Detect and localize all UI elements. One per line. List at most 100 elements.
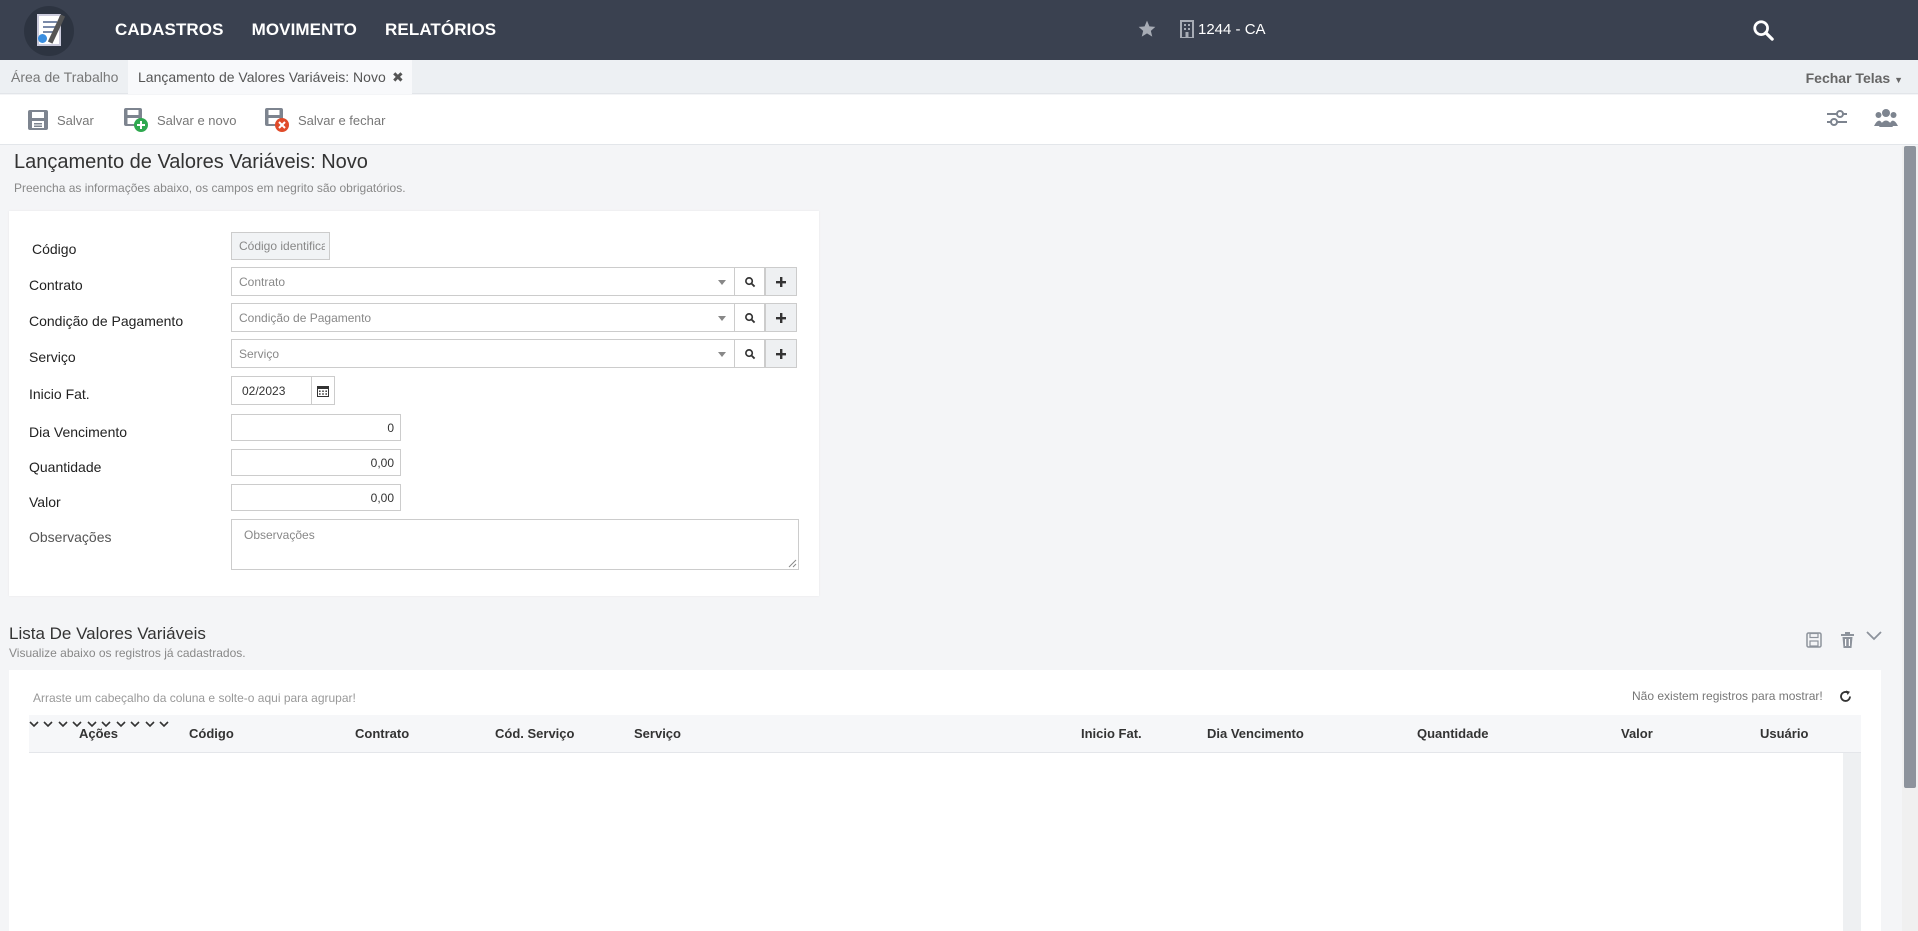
tab-label: Área de Trabalho [11, 69, 119, 85]
list-subtitle: Visualize abaixo os registros já cadastr… [9, 646, 246, 660]
col-acoes[interactable]: Ações [79, 715, 118, 753]
empty-message: Não existem registros para mostrar! [1632, 689, 1823, 703]
trash-icon[interactable] [1840, 632, 1855, 648]
save-and-new-label: Salvar e novo [157, 112, 237, 128]
save-label: Salvar [57, 112, 94, 128]
save-and-new-button[interactable]: Salvar e novo [123, 106, 237, 134]
form-panel: Código Código identificador Contrato Con… [9, 211, 819, 596]
refresh-icon[interactable] [1839, 690, 1852, 703]
calendar-icon [317, 385, 329, 397]
servico-select[interactable]: Serviço [231, 339, 735, 368]
toolbar: Salvar Salvar e novo Salvar e fechar [0, 95, 1918, 145]
contrato-add-button[interactable] [765, 267, 797, 296]
tab-label: Lançamento de Valores Variáveis: Novo [138, 69, 386, 85]
plus-icon [776, 348, 786, 359]
top-navbar: CADASTROS MOVIMENTO RELATÓRIOS 1244 - CA [0, 0, 1918, 60]
chevron-down-icon[interactable] [159, 720, 169, 728]
building-icon [1180, 20, 1194, 38]
quantidade-label: Quantidade [29, 459, 102, 475]
dropdown-caret-icon [718, 280, 726, 285]
close-all-label: Fechar Telas [1805, 70, 1891, 86]
dia-vencimento-value: 0 [387, 420, 394, 435]
chevron-down-icon[interactable] [145, 720, 155, 728]
col-label: Serviço [634, 726, 681, 741]
tab-area-de-trabalho[interactable]: Área de Trabalho [1, 60, 128, 94]
grid-panel: Arraste um cabeçalho da coluna e solte-o… [9, 670, 1881, 931]
close-tab-icon[interactable]: ✖ [392, 60, 404, 94]
chevron-down-icon[interactable] [29, 720, 39, 728]
app-logo[interactable] [24, 6, 74, 56]
chevron-down-icon[interactable] [43, 720, 54, 728]
collapse-chevron-icon[interactable] [1866, 630, 1882, 642]
condicao-search-button[interactable] [734, 303, 765, 332]
menu-cadastros[interactable]: CADASTROS [115, 20, 224, 40]
grid-header: Ações Código Contrato Cód. Serviço Servi… [29, 715, 1861, 753]
col-label: Ações [79, 726, 119, 741]
page-scrollbar-thumb[interactable] [1904, 146, 1916, 788]
col-cod-servico[interactable]: Cód. Serviço [495, 715, 574, 753]
save-layout-icon[interactable] [1806, 632, 1822, 648]
col-contrato[interactable]: Contrato [355, 715, 409, 753]
page-scrollbar[interactable] [1902, 146, 1918, 931]
col-usuario[interactable]: Usuário [1760, 715, 1808, 753]
floppy-plus-icon [124, 108, 148, 132]
valor-input[interactable]: 0,00 [231, 484, 401, 511]
tabs-bar: Área de Trabalho Lançamento de Valores V… [0, 60, 1918, 94]
col-quantidade[interactable]: Quantidade [1417, 715, 1489, 753]
chevron-down-icon[interactable] [58, 720, 68, 728]
dropdown-caret-icon [718, 316, 726, 321]
users-group-icon[interactable] [1874, 108, 1898, 128]
condicao-placeholder: Condição de Pagamento [239, 310, 372, 325]
col-inicio-fat[interactable]: Inicio Fat. [1081, 715, 1142, 753]
save-and-close-button[interactable]: Salvar e fechar [264, 106, 385, 134]
company-selector[interactable]: 1244 - CA [1198, 21, 1266, 38]
quantidade-value: 0,00 [370, 455, 394, 470]
condicao-add-button[interactable] [765, 303, 797, 332]
close-all-dropdown[interactable]: Fechar Telas ▼ [1806, 70, 1903, 86]
servico-search-button[interactable] [734, 339, 765, 368]
col-servico[interactable]: Serviço [634, 715, 681, 753]
col-label: Inicio Fat. [1081, 726, 1142, 741]
menu-movimento[interactable]: MOVIMENTO [252, 20, 357, 40]
quantidade-input[interactable]: 0,00 [231, 449, 401, 476]
menu-relatorios[interactable]: RELATÓRIOS [385, 20, 496, 40]
star-icon[interactable] [1137, 19, 1157, 39]
condicao-label: Condição de Pagamento [29, 313, 184, 329]
dia-vencimento-input[interactable]: 0 [231, 414, 401, 441]
col-label: Dia Vencimento [1207, 726, 1304, 741]
col-dia-vencimento[interactable]: Dia Vencimento [1207, 715, 1304, 753]
codigo-placeholder: Código identificador [239, 239, 325, 253]
search-icon[interactable] [1752, 19, 1774, 41]
contrato-select[interactable]: Contrato [231, 267, 735, 296]
condicao-select[interactable]: Condição de Pagamento [231, 303, 735, 332]
settings-sliders-icon[interactable] [1826, 108, 1848, 128]
observacoes-placeholder: Observações [244, 528, 315, 542]
contrato-search-button[interactable] [734, 267, 765, 296]
valor-label: Valor [29, 494, 61, 510]
search-icon [744, 312, 755, 323]
col-codigo[interactable]: Código [189, 715, 234, 753]
inicio-fat-value: 02/2023 [242, 383, 286, 398]
grid-scrollbar[interactable] [1843, 753, 1861, 931]
list-title: Lista De Valores Variáveis [9, 624, 206, 643]
floppy-close-icon [265, 108, 289, 132]
inicio-fat-input[interactable]: 02/2023 [231, 376, 312, 405]
col-label: Cód. Serviço [495, 726, 575, 741]
contrato-placeholder: Contrato [239, 274, 286, 289]
servico-add-button[interactable] [765, 339, 797, 368]
tab-lancamento[interactable]: Lançamento de Valores Variáveis: Novo ✖ [128, 60, 412, 94]
save-button[interactable]: Salvar [27, 106, 94, 134]
dia-vencimento-label: Dia Vencimento [29, 424, 128, 440]
floppy-icon [28, 110, 48, 130]
valor-value: 0,00 [370, 490, 394, 505]
col-valor[interactable]: Valor [1621, 715, 1653, 753]
contrato-label: Contrato [29, 277, 83, 293]
resize-handle-icon[interactable] [788, 559, 797, 568]
chevron-down-icon[interactable] [130, 720, 140, 728]
servico-placeholder: Serviço [239, 346, 280, 361]
calendar-button[interactable] [311, 376, 335, 405]
codigo-input[interactable]: Código identificador [231, 232, 330, 260]
observacoes-textarea[interactable]: Observações [231, 519, 799, 570]
seal-icon [38, 34, 47, 43]
dropdown-caret-icon [718, 352, 726, 357]
